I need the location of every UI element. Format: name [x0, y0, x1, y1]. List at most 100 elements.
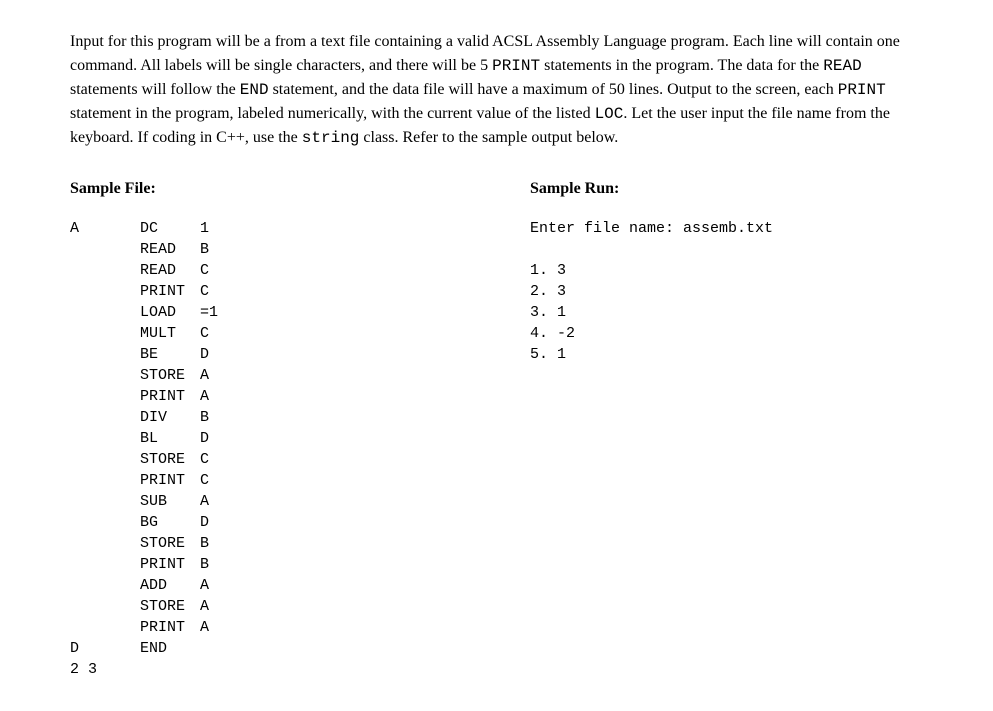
run-output-line: 5. 1: [530, 344, 923, 365]
code-op: PRINT: [140, 281, 200, 302]
code-label: [70, 428, 140, 449]
code-arg: B: [200, 533, 209, 554]
code-op: BE: [140, 344, 200, 365]
code-label: [70, 575, 140, 596]
intro-mono: LOC: [595, 105, 624, 123]
sample-run-column: Sample Run: Enter file name: assemb.txt …: [530, 180, 923, 680]
code-op: PRINT: [140, 617, 200, 638]
code-arg: B: [200, 554, 209, 575]
code-label: [70, 239, 140, 260]
code-arg: A: [200, 596, 209, 617]
code-label: [70, 302, 140, 323]
code-line: PRINTA: [70, 617, 450, 638]
code-label: D: [70, 638, 140, 659]
code-line: BGD: [70, 512, 450, 533]
intro-mono: string: [302, 129, 360, 147]
intro-mono: READ: [823, 57, 861, 75]
code-arg: =1: [200, 302, 218, 323]
intro-text: statements will follow the: [70, 81, 240, 98]
code-label: [70, 512, 140, 533]
code-line: ADC1: [70, 218, 450, 239]
code-op: MULT: [140, 323, 200, 344]
sample-run-title: Sample Run:: [530, 180, 923, 198]
code-line: DEND: [70, 638, 450, 659]
code-arg: C: [200, 470, 209, 491]
code-arg: C: [200, 323, 209, 344]
code-arg: 1: [200, 218, 209, 239]
code-line: BED: [70, 344, 450, 365]
intro-paragraph: Input for this program will be a from a …: [70, 30, 923, 150]
code-label: [70, 449, 140, 470]
code-arg: A: [200, 491, 209, 512]
code-label: [70, 491, 140, 512]
sample-file-title: Sample File:: [70, 180, 450, 198]
run-output-line: 2. 3: [530, 281, 923, 302]
code-op: END: [140, 638, 200, 659]
code-line: PRINTC: [70, 470, 450, 491]
code-op: STORE: [140, 596, 200, 617]
run-output-line: 4. -2: [530, 323, 923, 344]
intro-text: statements in the program. The data for …: [540, 57, 823, 74]
code-label: [70, 533, 140, 554]
columns-container: Sample File: ADC1READBREADCPRINTCLOAD=1M…: [70, 180, 923, 680]
code-arg: A: [200, 386, 209, 407]
code-op: SUB: [140, 491, 200, 512]
code-arg: B: [200, 407, 209, 428]
code-arg: A: [200, 617, 209, 638]
code-label: [70, 365, 140, 386]
code-op: LOAD: [140, 302, 200, 323]
code-op: STORE: [140, 533, 200, 554]
code-op: BL: [140, 428, 200, 449]
code-label: [70, 470, 140, 491]
code-op: DC: [140, 218, 200, 239]
code-arg: C: [200, 449, 209, 470]
code-label: [70, 554, 140, 575]
intro-text: class. Refer to the sample output below.: [359, 129, 618, 146]
code-line: MULTC: [70, 323, 450, 344]
code-arg: A: [200, 575, 209, 596]
code-line: STOREA: [70, 596, 450, 617]
code-line: LOAD=1: [70, 302, 450, 323]
code-line: PRINTA: [70, 386, 450, 407]
code-label: [70, 260, 140, 281]
code-label: [70, 596, 140, 617]
run-output-line: 1. 3: [530, 260, 923, 281]
code-op: DIV: [140, 407, 200, 428]
code-line: STOREB: [70, 533, 450, 554]
code-line: ADDA: [70, 575, 450, 596]
code-op: ADD: [140, 575, 200, 596]
code-op: PRINT: [140, 470, 200, 491]
code-label: [70, 344, 140, 365]
sample-run-code: Enter file name: assemb.txt 1. 32. 33. 1…: [530, 218, 923, 365]
code-label: [70, 281, 140, 302]
code-op: READ: [140, 260, 200, 281]
code-label: [70, 617, 140, 638]
code-label: [70, 323, 140, 344]
run-blank: [530, 239, 923, 260]
code-arg: D: [200, 344, 209, 365]
intro-text: statement, and the data file will have a…: [269, 81, 838, 98]
code-line: READB: [70, 239, 450, 260]
run-prompt: Enter file name: assemb.txt: [530, 218, 923, 239]
code-line: BLD: [70, 428, 450, 449]
code-line: PRINTC: [70, 281, 450, 302]
code-trailer: 2 3: [70, 659, 450, 680]
code-op: READ: [140, 239, 200, 260]
sample-file-column: Sample File: ADC1READBREADCPRINTCLOAD=1M…: [70, 180, 450, 680]
intro-mono: END: [240, 81, 269, 99]
code-label: [70, 407, 140, 428]
run-output-line: 3. 1: [530, 302, 923, 323]
code-line: STOREC: [70, 449, 450, 470]
code-arg: C: [200, 260, 209, 281]
code-op: PRINT: [140, 386, 200, 407]
code-line: PRINTB: [70, 554, 450, 575]
intro-text: statement in the program, labeled numeri…: [70, 105, 595, 122]
code-arg: D: [200, 512, 209, 533]
code-line: DIVB: [70, 407, 450, 428]
code-line: READC: [70, 260, 450, 281]
code-op: STORE: [140, 365, 200, 386]
code-arg: B: [200, 239, 209, 260]
code-line: STOREA: [70, 365, 450, 386]
code-arg: A: [200, 365, 209, 386]
code-label: [70, 386, 140, 407]
